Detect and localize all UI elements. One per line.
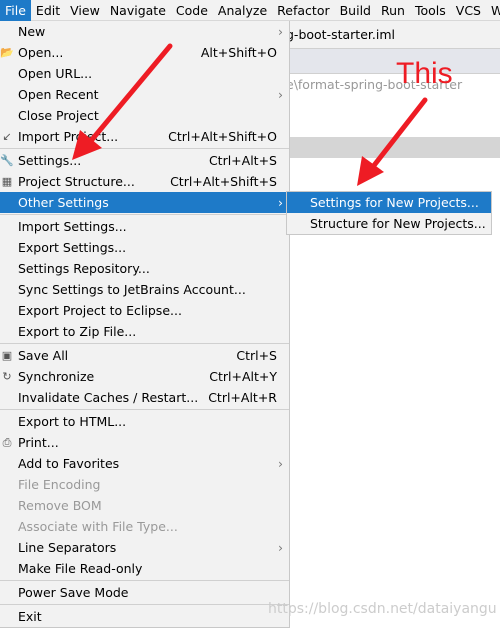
menu-item-structure-for-new-projects[interactable]: Structure for New Projects... (287, 213, 491, 234)
menu-item-label: Synchronize (18, 369, 95, 384)
menu-item-sync-settings-to-jetbrains-account[interactable]: Sync Settings to JetBrains Account... (0, 279, 289, 300)
menu-item-label: Add to Favorites (18, 456, 120, 471)
shortcut: Ctrl+Alt+Y (209, 369, 277, 384)
save-icon: ▣ (1, 349, 13, 362)
menu-item-export-project-to-eclipse[interactable]: Export Project to Eclipse... (0, 300, 289, 321)
printer-icon: ⎙ (2, 436, 12, 449)
menu-analyze[interactable]: Analyze (213, 0, 272, 21)
menu-item-print[interactable]: ⎙ Print... (0, 432, 289, 453)
menu-item-label: Invalidate Caches / Restart... (18, 390, 199, 405)
watermark: https://blog.csdn.net/dataiyangu (268, 601, 497, 617)
menu-item-label: Settings Repository... (18, 261, 150, 276)
menu-item-label: Print... (18, 435, 59, 450)
shortcut: Ctrl+Alt+Shift+O (168, 129, 277, 144)
menu-code[interactable]: Code (171, 0, 213, 21)
menu-navigate[interactable]: Navigate (105, 0, 171, 21)
shortcut: Ctrl+S (236, 348, 277, 363)
menu-item-label: Remove BOM (18, 498, 102, 513)
menu-item-label: Import Project... (18, 129, 119, 144)
menu-item-label: Close Project (18, 108, 99, 123)
menu-item-label: Power Save Mode (18, 585, 129, 600)
menu-item-label: Export to Zip File... (18, 324, 137, 339)
menu-item-export-settings[interactable]: Export Settings... (0, 237, 289, 258)
menu-item-export-to-zip-file[interactable]: Export to Zip File... (0, 321, 289, 342)
menu-item-label: Export Settings... (18, 240, 127, 255)
menu-item-label: Open... (18, 45, 64, 60)
menu-item-settings-for-new-projects[interactable]: Settings for New Projects... (287, 192, 491, 213)
chevron-right-icon: › (278, 540, 283, 555)
menu-item-settings[interactable]: 🔧 Settings... Ctrl+Alt+S (0, 150, 289, 171)
menu-item-import-project[interactable]: ↙ Import Project... Ctrl+Alt+Shift+O (0, 126, 289, 147)
menu-item-remove-bom: Remove BOM (0, 495, 289, 516)
menu-item-label: New (18, 24, 46, 39)
menu-run[interactable]: Run (376, 0, 410, 21)
file-menu: New › 📂 Open... Alt+Shift+O Open URL... Open R… (0, 21, 290, 628)
menu-item-make-file-read-only[interactable]: Make File Read-only (0, 558, 289, 579)
menu-vcs[interactable]: VCS (451, 0, 486, 21)
menu-item-save-all[interactable]: ▣ Save All Ctrl+S (0, 345, 289, 366)
shortcut: Alt+Shift+O (200, 45, 277, 60)
menu-edit[interactable]: Edit (31, 0, 65, 21)
menu-item-label: Exit (18, 609, 42, 624)
menu-item-label: Settings for New Projects... (310, 195, 479, 210)
menu-tools[interactable]: Tools (410, 0, 451, 21)
shortcut: Ctrl+Alt+R (208, 390, 277, 405)
menu-item-label: Structure for New Projects... (310, 216, 486, 231)
menu-item-label: Make File Read-only (18, 561, 143, 576)
menu-item-other-settings[interactable]: Other Settings › (0, 192, 289, 213)
menu-item-label: Other Settings (18, 195, 109, 210)
menu-refactor[interactable]: Refactor (272, 0, 334, 21)
sync-icon: ↻ (2, 370, 12, 383)
folder-open-icon: 📂 (0, 46, 14, 59)
menu-item-open-url[interactable]: Open URL... (0, 63, 289, 84)
menu-wi[interactable]: Wi (486, 0, 500, 21)
other-settings-submenu: Settings for New Projects... Structure fo… (286, 191, 492, 235)
menu-view[interactable]: View (65, 0, 105, 21)
menu-item-power-save-mode[interactable]: Power Save Mode (0, 582, 289, 603)
menu-item-label: Line Separators (18, 540, 117, 555)
editor-tab[interactable]: g-boot-starter.iml (286, 27, 395, 42)
menu-item-open[interactable]: 📂 Open... Alt+Shift+O (0, 42, 289, 63)
menu-item-label: Save All (18, 348, 69, 363)
menu-item-export-to-html[interactable]: Export to HTML... (0, 411, 289, 432)
menu-item-label: File Encoding (18, 477, 101, 492)
chevron-right-icon: › (278, 456, 283, 471)
menu-item-exit[interactable]: Exit (0, 606, 289, 627)
shortcut: Ctrl+Alt+Shift+S (170, 174, 277, 189)
wrench-icon: 🔧 (0, 154, 14, 167)
menu-item-open-recent[interactable]: Open Recent › (0, 84, 289, 105)
menu-item-label: Open Recent (18, 87, 99, 102)
chevron-right-icon: › (278, 195, 283, 210)
menu-item-file-encoding: File Encoding (0, 474, 289, 495)
menu-item-project-structure[interactable]: ▦ Project Structure... Ctrl+Alt+Shift+S (0, 171, 289, 192)
chevron-right-icon: › (278, 24, 283, 39)
menu-item-associate-with-file-type: Associate with File Type... (0, 516, 289, 537)
menu-item-line-separators[interactable]: Line Separators › (0, 537, 289, 558)
menu-item-new[interactable]: New › (0, 21, 289, 42)
menu-item-add-to-favorites[interactable]: Add to Favorites › (0, 453, 289, 474)
annotation-text: This (396, 57, 453, 90)
menu-item-synchronize[interactable]: ↻ Synchronize Ctrl+Alt+Y (0, 366, 289, 387)
menu-item-label: Export Project to Eclipse... (18, 303, 182, 318)
menu-bar: File Edit View Navigate Code Analyze Refactor B… (0, 0, 500, 21)
menu-item-label: Associate with File Type... (18, 519, 178, 534)
menu-item-settings-repository[interactable]: Settings Repository... (0, 258, 289, 279)
menu-item-import-settings[interactable]: Import Settings... (0, 216, 289, 237)
menu-item-label: Open URL... (18, 66, 93, 81)
menu-item-label: Export to HTML... (18, 414, 127, 429)
chevron-right-icon: › (278, 87, 283, 102)
menu-item-label: Project Structure... (18, 174, 135, 189)
import-icon: ↙ (2, 130, 12, 143)
menu-item-invalidate-caches-restart[interactable]: Invalidate Caches / Restart... Ctrl+Alt+R (0, 387, 289, 408)
menu-item-close-project[interactable]: Close Project (0, 105, 289, 126)
project-structure-icon: ▦ (1, 175, 13, 188)
menu-item-label: Settings... (18, 153, 82, 168)
menu-build[interactable]: Build (335, 0, 376, 21)
shortcut: Ctrl+Alt+S (208, 153, 277, 168)
menu-item-label: Import Settings... (18, 219, 127, 234)
menu-item-label: Sync Settings to JetBrains Account... (18, 282, 246, 297)
menu-file[interactable]: File (0, 0, 31, 21)
